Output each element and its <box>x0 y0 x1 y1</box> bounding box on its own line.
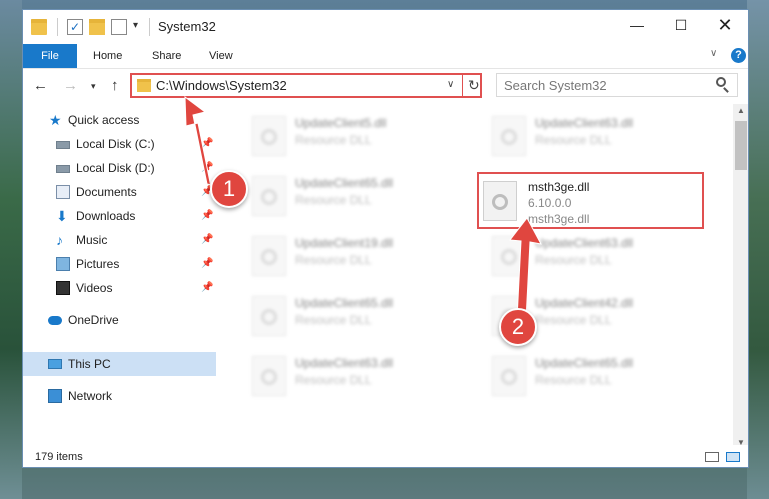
star-icon: ★ <box>49 112 62 128</box>
title-bar: ✓ ▾ System32 — ☐ ✕ <box>23 10 748 44</box>
help-icon[interactable]: ? <box>731 48 746 63</box>
file-tile[interactable]: UpdateClient63.dll Resource DLL <box>478 228 698 282</box>
sidebar-item-quick-access[interactable]: ★ Quick access <box>23 108 216 132</box>
pin-icon[interactable]: 📌 <box>201 228 213 252</box>
sidebar-item-this-pc[interactable]: This PC <box>23 352 216 376</box>
step-1-badge: 1 <box>210 170 248 208</box>
toolbar-divider <box>57 18 58 36</box>
downloads-icon: ⬇ <box>56 208 68 224</box>
scroll-up-icon[interactable]: ▲ <box>737 106 745 115</box>
pin-icon[interactable]: 📌 <box>201 156 213 180</box>
step-2-badge: 2 <box>499 308 537 346</box>
tab-share[interactable]: Share <box>152 44 181 68</box>
scroll-thumb[interactable] <box>735 121 747 170</box>
dll-file-icon <box>252 176 286 216</box>
navigation-pane: ★ Quick access Local Disk (C:) 📌 Local D… <box>23 104 216 444</box>
properties-check-icon[interactable]: ✓ <box>67 19 83 35</box>
chevron-down-icon[interactable]: ∨ <box>447 79 454 90</box>
pin-icon[interactable]: 📌 <box>201 204 213 228</box>
search-icon <box>716 77 726 87</box>
network-icon <box>48 389 62 403</box>
refresh-icon[interactable]: ↻ <box>468 77 480 94</box>
file-list: UpdateClient5.dll Resource DLL UpdateCli… <box>228 104 733 444</box>
vertical-scrollbar[interactable]: ▲ ▼ <box>733 104 748 450</box>
address-row: ← → ▾ ↑ C:\Windows\System32 ∨ ↻ Search S… <box>23 69 748 103</box>
tab-view[interactable]: View <box>209 44 233 68</box>
documents-icon <box>56 185 70 199</box>
sidebar-item-documents[interactable]: Documents 📌 <box>23 180 216 204</box>
file-tile[interactable]: UpdateClient65.dll Resource DLL <box>238 168 458 222</box>
sidebar-item-videos[interactable]: Videos 📌 <box>23 276 216 300</box>
dll-file-icon <box>492 236 526 276</box>
minimize-button[interactable]: — <box>615 10 659 40</box>
new-folder-icon[interactable] <box>89 19 105 35</box>
pin-icon[interactable]: 📌 <box>201 252 213 276</box>
selection-highlight-box <box>477 172 704 229</box>
dll-file-icon <box>492 116 526 156</box>
folder-icon <box>137 79 151 92</box>
back-arrow-icon[interactable]: ← <box>33 77 48 94</box>
sidebar-item-local-disk-c[interactable]: Local Disk (C:) 📌 <box>23 132 216 156</box>
maximize-button[interactable]: ☐ <box>659 10 703 40</box>
dll-file-icon <box>252 116 286 156</box>
drive-icon <box>56 165 70 173</box>
folder-icon <box>31 19 47 35</box>
sidebar-item-music[interactable]: ♪ Music 📌 <box>23 228 216 252</box>
dll-file-icon <box>252 236 286 276</box>
details-view-icon[interactable] <box>705 452 719 462</box>
toolbar-divider <box>149 18 150 36</box>
window-title: System32 <box>158 19 216 34</box>
sidebar-item-network[interactable]: Network <box>23 384 216 408</box>
onedrive-icon <box>48 316 62 325</box>
pin-icon[interactable]: 📌 <box>201 132 213 156</box>
address-bar[interactable]: C:\Windows\System32 ∨ ↻ <box>130 73 482 98</box>
large-icons-view-icon[interactable] <box>726 452 740 462</box>
tab-home[interactable]: Home <box>93 44 122 68</box>
status-bar: 179 items <box>23 445 748 467</box>
videos-icon <box>56 281 70 295</box>
file-tile[interactable]: UpdateClient5.dll Resource DLL <box>238 108 458 162</box>
file-tile[interactable]: UpdateClient65.dll Resource DLL <box>238 288 458 342</box>
file-tile[interactable]: UpdateClient65.dll Resource DLL <box>478 348 698 402</box>
drive-icon <box>56 141 70 149</box>
file-tile[interactable]: UpdateClient63.dll Resource DLL <box>478 108 698 162</box>
rename-icon[interactable] <box>111 19 127 35</box>
dll-file-icon <box>492 356 526 396</box>
tab-file[interactable]: File <box>23 44 77 68</box>
recent-locations-icon[interactable]: ▾ <box>91 81 96 92</box>
file-tile[interactable]: UpdateClient19.dll Resource DLL <box>238 228 458 282</box>
sidebar-item-pictures[interactable]: Pictures 📌 <box>23 252 216 276</box>
desktop-background-right <box>747 0 769 499</box>
ribbon-tabs: File Home Share View ∨ ? <box>23 44 748 69</box>
sidebar-item-local-disk-d[interactable]: Local Disk (D:) 📌 <box>23 156 216 180</box>
up-arrow-icon[interactable]: ↑ <box>111 77 119 94</box>
sidebar-item-downloads[interactable]: ⬇ Downloads 📌 <box>23 204 216 228</box>
file-tile[interactable]: UpdateClient63.dll Resource DLL <box>238 348 458 402</box>
desktop-background-left <box>0 0 22 499</box>
pin-icon[interactable]: 📌 <box>201 276 213 300</box>
dll-file-icon <box>252 356 286 396</box>
dll-file-icon <box>252 296 286 336</box>
explorer-window: ✓ ▾ System32 — ☐ ✕ File Home Share View … <box>22 9 749 468</box>
close-button[interactable]: ✕ <box>703 10 747 40</box>
forward-arrow-icon[interactable]: → <box>63 77 78 94</box>
chevron-down-icon[interactable]: ∨ <box>710 48 717 59</box>
pictures-icon <box>56 257 70 271</box>
quick-access-dropdown-icon[interactable]: ▾ <box>133 20 138 31</box>
music-icon: ♪ <box>56 232 63 248</box>
search-input[interactable]: Search System32 <box>496 73 738 97</box>
sidebar-item-onedrive[interactable]: OneDrive <box>23 308 216 332</box>
item-count: 179 items <box>35 451 83 463</box>
computer-icon <box>48 359 62 369</box>
search-placeholder: Search System32 <box>504 78 607 93</box>
address-path[interactable]: C:\Windows\System32 <box>156 78 287 93</box>
address-divider <box>462 75 463 96</box>
